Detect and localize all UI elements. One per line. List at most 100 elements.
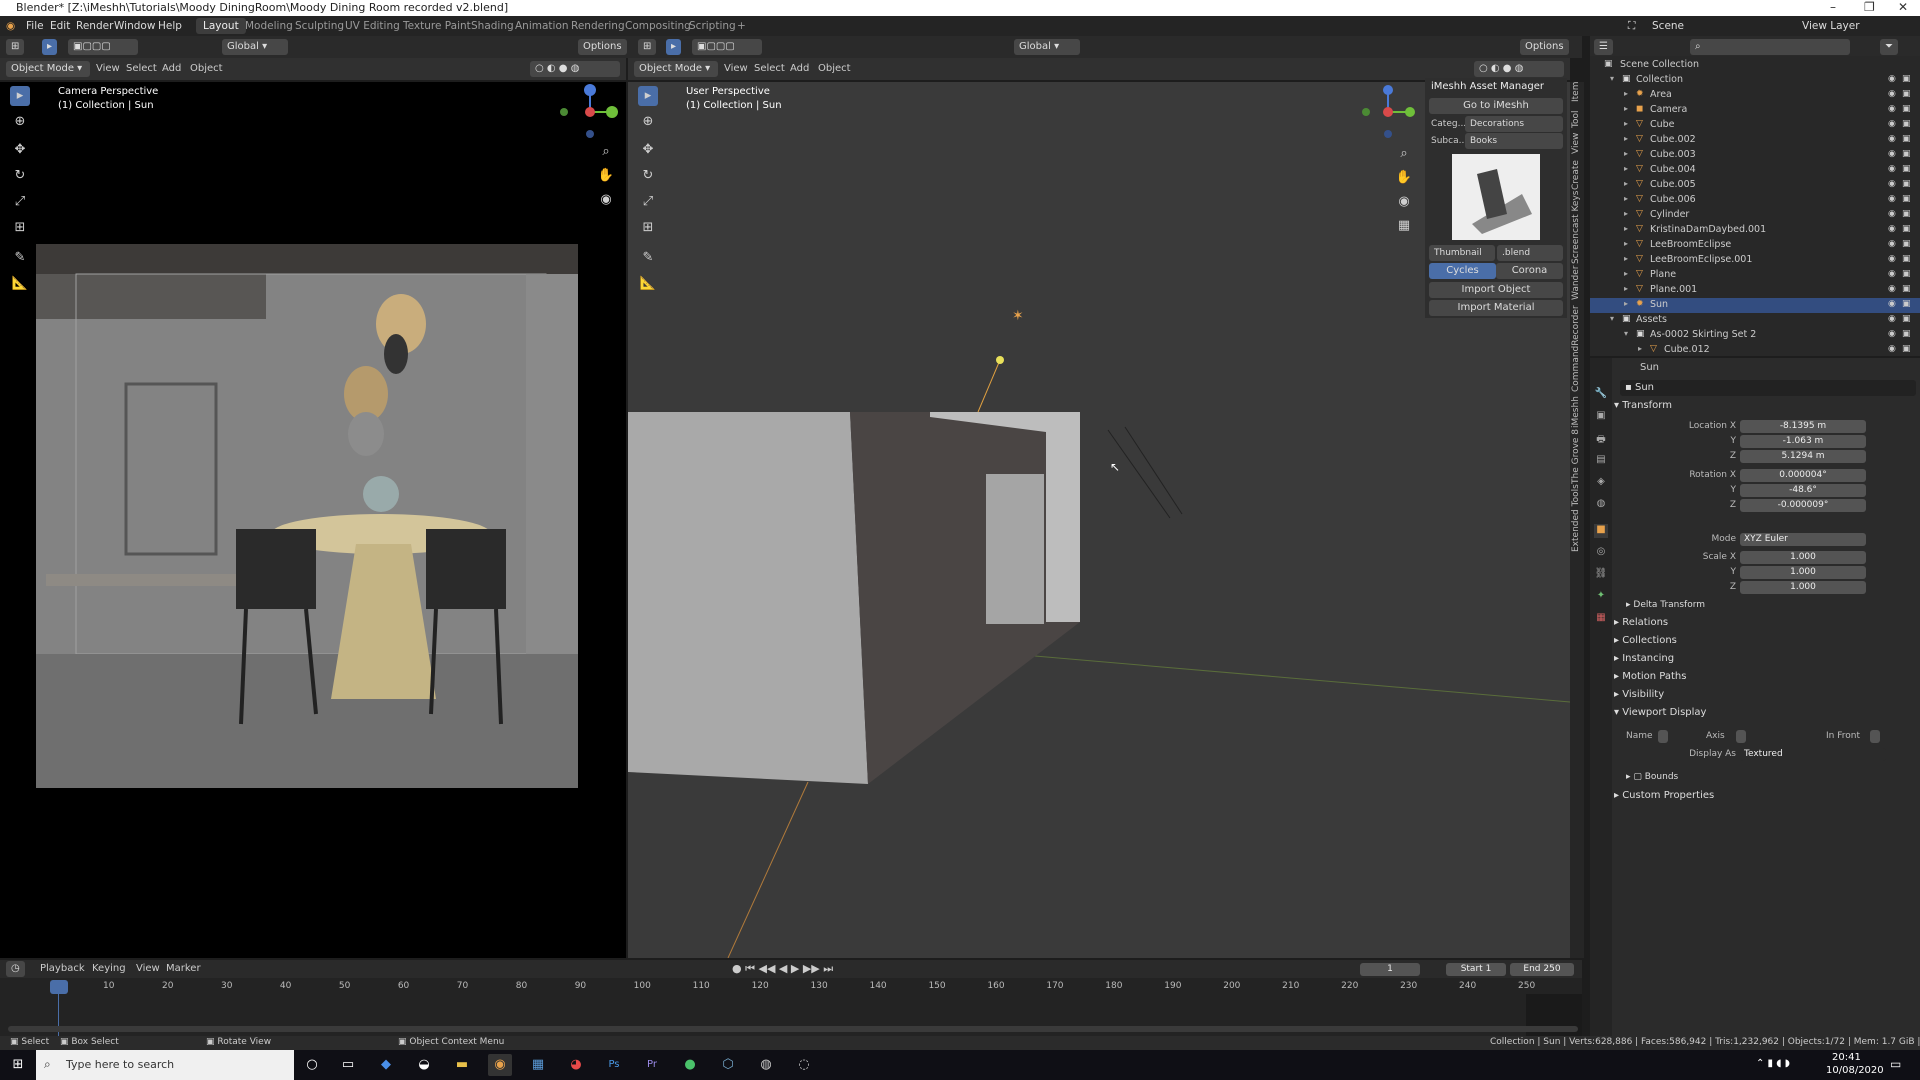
scale-x-field[interactable]: 1.000	[1740, 551, 1866, 564]
menu-file[interactable]: File	[26, 20, 44, 32]
render-camera-icon[interactable]: ▣	[1902, 209, 1911, 219]
right-shading-modes[interactable]: ○ ◐ ● ◍	[1474, 61, 1564, 77]
minimize-icon[interactable]: –	[1830, 0, 1836, 14]
visibility-eye-icon[interactable]: ◉	[1888, 134, 1896, 144]
right-menu-add[interactable]: Add	[790, 63, 809, 74]
vd-axis-checkbox[interactable]	[1736, 730, 1746, 743]
output-props-icon[interactable]: 🖶	[1594, 432, 1608, 446]
sidetab-the-grove[interactable]: The Grove 8	[1571, 429, 1581, 484]
visibility-eye-icon[interactable]: ◉	[1888, 74, 1896, 84]
current-frame-field[interactable]: 1	[1360, 963, 1420, 976]
expand-arrow-icon[interactable]: ▾	[1624, 329, 1628, 338]
timeline-ruler[interactable]: 1102030405060708090100110120130140150160…	[0, 980, 1582, 996]
sidetab-create[interactable]: Create	[1571, 160, 1581, 190]
sidetab-tool[interactable]: Tool	[1571, 111, 1581, 128]
render-camera-icon[interactable]: ▣	[1902, 89, 1911, 99]
transform-section[interactable]: ▾ Transform	[1614, 400, 1918, 411]
app-icon-4[interactable]: ◍	[754, 1054, 778, 1076]
collections-section[interactable]: ▸ Collections	[1614, 635, 1918, 646]
expand-arrow-icon[interactable]: ▸	[1624, 179, 1628, 188]
navigation-gizmo[interactable]	[560, 82, 620, 142]
visibility-eye-icon[interactable]: ◉	[1888, 119, 1896, 129]
selection-modes-right[interactable]: ▣▢▢▢	[692, 39, 762, 55]
grid-ortho-icon[interactable]: ▦	[1394, 216, 1414, 236]
app-icon-5[interactable]: ◌	[792, 1054, 816, 1076]
expand-arrow-icon[interactable]: ▸	[1624, 254, 1628, 263]
premiere-icon[interactable]: Pr	[640, 1054, 664, 1076]
custom-properties-section[interactable]: ▸ Custom Properties	[1614, 790, 1918, 801]
scale-tool-icon[interactable]: ⤢	[10, 192, 30, 212]
outliner-row[interactable]: ▸ ✹ Sun ◉ ▣	[1590, 298, 1920, 313]
sidetab-commandrecorder[interactable]: CommandRecorder	[1571, 305, 1581, 392]
render-camera-icon[interactable]: ▣	[1902, 164, 1911, 174]
outliner-row[interactable]: ▸ ◼ Camera ◉ ▣	[1590, 103, 1920, 118]
timeline-menu-marker[interactable]: Marker	[166, 963, 201, 974]
app-icon-3[interactable]: ⬡	[716, 1054, 740, 1076]
left-menu-select[interactable]: Select	[126, 63, 157, 74]
filter-icon[interactable]: ⏷	[1880, 39, 1898, 55]
visibility-eye-icon[interactable]: ◉	[1888, 224, 1896, 234]
blender-logo-icon[interactable]: ◉	[6, 20, 15, 32]
rotation-y-field[interactable]: -48.6°	[1740, 484, 1866, 497]
sidetab-wander[interactable]: Wander	[1571, 266, 1581, 301]
view-layer-props-icon[interactable]: ▤	[1594, 454, 1608, 468]
playhead[interactable]	[50, 980, 68, 994]
rotation-z-field[interactable]: -0.000009°	[1740, 499, 1866, 512]
render-camera-icon[interactable]: ▣	[1902, 344, 1911, 354]
outliner-row[interactable]: ▸ ▽ Plane.001 ◉ ▣	[1590, 283, 1920, 298]
physics-props-icon[interactable]: ◎	[1594, 546, 1608, 560]
visibility-eye-icon[interactable]: ◉	[1888, 344, 1896, 354]
camera-view-icon[interactable]: ◉	[596, 190, 616, 210]
expand-arrow-icon[interactable]: ▸	[1624, 284, 1628, 293]
import-material-button[interactable]: Import Material	[1429, 300, 1563, 316]
scale-z-field[interactable]: 1.000	[1740, 581, 1866, 594]
camera-viewport[interactable]: Camera Perspective (1) Collection | Sun …	[0, 82, 626, 958]
go-to-imeshh-button[interactable]: Go to iMeshh	[1429, 98, 1563, 114]
render-camera-icon[interactable]: ▣	[1902, 299, 1911, 309]
render-camera-icon[interactable]: ▣	[1902, 119, 1911, 129]
app-icon-2[interactable]: ◒	[412, 1054, 436, 1076]
visibility-eye-icon[interactable]: ◉	[1888, 164, 1896, 174]
object-props-icon[interactable]: ■	[1594, 524, 1608, 538]
timeline-editor-icon[interactable]: ◷	[6, 961, 25, 977]
taskbar-search-input[interactable]: ⌕ Type here to search	[36, 1050, 294, 1080]
menu-help[interactable]: Help	[158, 20, 182, 32]
expand-arrow-icon[interactable]: ▸	[1624, 89, 1628, 98]
sidetab-item[interactable]: Item	[1571, 82, 1581, 103]
menu-window[interactable]: Window	[114, 20, 155, 32]
visibility-eye-icon[interactable]: ◉	[1888, 284, 1896, 294]
pan-hand-icon[interactable]: ✋	[596, 166, 616, 186]
visibility-eye-icon[interactable]: ◉	[1888, 194, 1896, 204]
expand-arrow-icon[interactable]: ▸	[1624, 104, 1628, 113]
expand-arrow-icon[interactable]: ▸	[1624, 164, 1628, 173]
outliner-row[interactable]: ▾ ▣ Collection ◉ ▣	[1590, 73, 1920, 88]
location-y-field[interactable]: -1.063 m	[1740, 435, 1866, 448]
notifications-icon[interactable]: ▭	[1890, 1057, 1901, 1071]
sidetab-extended-tools[interactable]: Extended Tools	[1571, 484, 1581, 552]
bounds-section[interactable]: ▸ ▢ Bounds	[1626, 772, 1920, 782]
render-camera-icon[interactable]: ▣	[1902, 239, 1911, 249]
visibility-eye-icon[interactable]: ◉	[1888, 329, 1896, 339]
timeline-menu-playback[interactable]: Playback	[40, 963, 85, 974]
expand-arrow-icon[interactable]: ▾	[1610, 314, 1614, 323]
outliner-row[interactable]: ▸ ▽ KristinaDamDaybed.001 ◉ ▣	[1590, 223, 1920, 238]
options-right[interactable]: Options	[1520, 39, 1569, 55]
expand-arrow-icon[interactable]: ▸	[1624, 224, 1628, 233]
rotation-x-field[interactable]: 0.000004°	[1740, 469, 1866, 482]
render-camera-icon[interactable]: ▣	[1902, 329, 1911, 339]
move-tool-icon[interactable]: ✥	[10, 140, 30, 160]
render-camera-icon[interactable]: ▣	[1902, 179, 1911, 189]
app-icon-1[interactable]: ◆	[374, 1054, 398, 1076]
expand-arrow-icon[interactable]: ▸	[1638, 344, 1642, 353]
constraints-props-icon[interactable]: ⛓	[1594, 568, 1608, 582]
visibility-eye-icon[interactable]: ◉	[1888, 209, 1896, 219]
start-frame-field[interactable]: Start 1	[1446, 963, 1506, 976]
zoom-right-icon[interactable]: ⌕	[1394, 144, 1414, 164]
outliner-row[interactable]: ▸ ▽ Plane ◉ ▣	[1590, 268, 1920, 283]
expand-arrow-icon[interactable]: ▸	[1624, 134, 1628, 143]
outliner-row[interactable]: ▸ ▽ Cube.003 ◉ ▣	[1590, 148, 1920, 163]
texture-props-icon[interactable]: ▦	[1594, 612, 1608, 626]
motion-paths-section[interactable]: ▸ Motion Paths	[1614, 671, 1918, 682]
rotation-mode-dropdown[interactable]: XYZ Euler	[1740, 533, 1866, 546]
orientation-dropdown-right[interactable]: Global ▾	[1014, 39, 1080, 55]
